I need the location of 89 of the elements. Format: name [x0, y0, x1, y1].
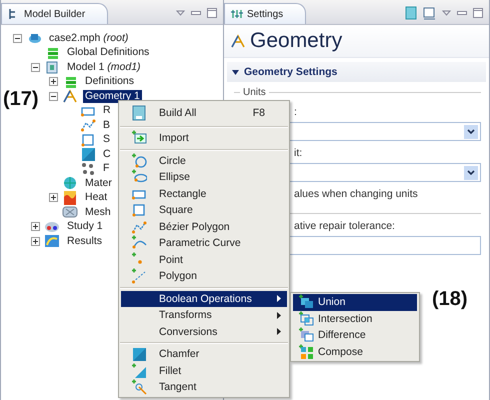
- polyline-icon: [131, 268, 147, 284]
- menu-item[interactable]: Transforms: [121, 307, 287, 324]
- tangent-icon: [131, 379, 147, 396]
- menu-item[interactable]: Build All F8: [121, 102, 287, 124]
- tree-item[interactable]: Definitions: [83, 75, 136, 88]
- sphere-icon: [62, 175, 78, 192]
- field-label: ative repair tolerance:: [294, 220, 395, 232]
- expand-icon[interactable]: [31, 236, 40, 246]
- tree-item[interactable]: Study 1: [65, 220, 105, 234]
- callout-label: (17): [3, 88, 39, 110]
- collapse-icon[interactable]: [31, 62, 40, 72]
- menu-item[interactable]: Rectangle: [121, 186, 287, 202]
- field-label: it:: [294, 147, 302, 159]
- menu-item[interactable]: Point: [121, 252, 287, 268]
- field-label: :: [294, 106, 297, 118]
- menu-item[interactable]: Intersection: [293, 310, 417, 327]
- tree-item[interactable]: R: [101, 104, 113, 118]
- difference-icon: [298, 327, 314, 344]
- square-icon: [80, 132, 96, 148]
- compose-icon: [298, 344, 314, 360]
- tree-item[interactable]: F: [101, 162, 112, 176]
- curve-icon: [80, 117, 96, 134]
- tree-item[interactable]: case2.mph (root): [47, 32, 130, 45]
- menu-item[interactable]: Fillet: [121, 362, 287, 379]
- menu-item[interactable]: Difference: [293, 327, 417, 344]
- collapse-icon: [232, 68, 239, 76]
- flame-icon: [62, 190, 78, 206]
- collapse-icon[interactable]: [13, 34, 22, 43]
- section-header[interactable]: Geometry Settings: [227, 62, 486, 82]
- chamfer-icon: [131, 346, 147, 362]
- field-label: alues when changing units: [294, 188, 418, 200]
- maximize-icon[interactable]: [473, 8, 483, 18]
- page-heading: Geometry: [250, 29, 342, 53]
- group-label: Units: [243, 86, 266, 98]
- curve-icon: [131, 218, 147, 235]
- tree-item[interactable]: S: [101, 133, 112, 146]
- menu-item[interactable]: Polygon: [121, 268, 287, 284]
- tree-item[interactable]: Results: [65, 234, 104, 248]
- menu-item[interactable]: Compose: [293, 344, 417, 360]
- tree-item[interactable]: Geometry 1: [83, 90, 142, 103]
- tree-item[interactable]: B: [101, 118, 112, 132]
- callout-label: (18): [432, 288, 468, 310]
- tree-item[interactable]: Mater: [83, 176, 114, 190]
- chamfer-icon: [80, 146, 96, 162]
- tree-item[interactable]: Global Definitions: [65, 46, 152, 60]
- union-icon: [298, 294, 314, 310]
- tree-item[interactable]: Mesh: [83, 206, 113, 219]
- tree-item[interactable]: C: [101, 148, 113, 161]
- menu-item[interactable]: Parametric Curve: [121, 235, 287, 252]
- view-menu-icon[interactable]: [176, 10, 185, 16]
- expand-icon[interactable]: [49, 193, 58, 202]
- angle-icon: [230, 33, 246, 49]
- settings-icon: [231, 8, 243, 20]
- mesh-icon: [62, 204, 78, 220]
- tree-item[interactable]: Heat: [83, 191, 110, 204]
- view-menu-icon[interactable]: [442, 10, 451, 16]
- curve-icon: [131, 235, 147, 252]
- angle-icon: [62, 88, 78, 104]
- menu-item[interactable]: Ellipse: [121, 169, 287, 186]
- nodes-icon: [80, 160, 96, 177]
- settings-tab[interactable]: Settings: [224, 3, 306, 24]
- minimize-icon[interactable]: [191, 10, 201, 16]
- window-icon[interactable]: [423, 6, 436, 20]
- menu-item[interactable]: Boolean Operations: [121, 290, 287, 307]
- menu-item[interactable]: Chamfer: [121, 346, 287, 362]
- shortcut-label: F8: [252, 107, 265, 119]
- collapse-icon[interactable]: [49, 92, 58, 101]
- build-icon: [131, 105, 147, 121]
- document-icon[interactable]: [405, 6, 417, 20]
- menu-item[interactable]: Square: [121, 202, 287, 218]
- menu-item[interactable]: Conversions: [121, 324, 287, 340]
- maximize-icon[interactable]: [207, 8, 217, 18]
- model-builder-tab[interactable]: Model Builder: [1, 3, 108, 24]
- menu-item[interactable]: Import: [121, 130, 287, 146]
- expand-icon[interactable]: [49, 77, 58, 86]
- tree-item[interactable]: Model 1 (mod1): [65, 60, 143, 74]
- circle-icon: [131, 152, 147, 169]
- model-icon: [44, 59, 60, 76]
- expand-icon[interactable]: [31, 222, 40, 232]
- intersection-icon: [298, 310, 314, 327]
- menu-item[interactable]: Union: [293, 294, 417, 310]
- import-icon: [131, 130, 147, 146]
- menu-item[interactable]: Bézier Polygon: [121, 218, 287, 235]
- menu-item[interactable]: Tangent: [121, 379, 287, 396]
- chart-icon: [44, 233, 60, 250]
- menu-item[interactable]: Circle: [121, 152, 287, 169]
- square-icon: [131, 202, 147, 218]
- fillet-icon: [131, 362, 147, 379]
- minimize-icon[interactable]: [457, 10, 467, 16]
